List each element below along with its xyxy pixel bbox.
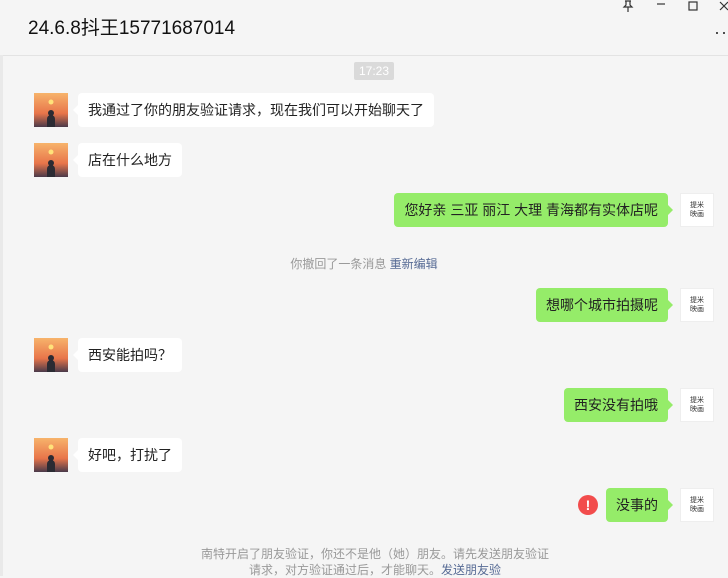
re-edit-link[interactable]: 重新编辑 — [390, 257, 438, 271]
left-edge — [0, 55, 3, 576]
message-bubble-incoming[interactable]: 好吧，打扰了 — [73, 438, 182, 472]
close-icon[interactable] — [712, 0, 728, 15]
send-friend-request-link[interactable]: 发送朋友验 — [441, 563, 501, 577]
message-bubble-outgoing[interactable]: 想哪个城市拍摄呢 — [536, 288, 673, 322]
friend-verification-notice: 南特开启了朋友验证，你还不是他（她）朋友。请先发送朋友验证请求，对方验证通过后，… — [200, 546, 550, 578]
minimize-icon[interactable] — [649, 0, 673, 13]
self-avatar-logo: 提米 映画 — [690, 397, 704, 413]
contact-avatar[interactable] — [34, 438, 68, 472]
self-avatar-logo: 提米 映画 — [690, 297, 704, 313]
message-bubble-incoming[interactable]: 西安能拍吗？ — [73, 338, 182, 372]
message-bubble-incoming[interactable]: 店在什么地方 — [73, 143, 182, 177]
self-avatar-logo: 提米 映画 — [690, 497, 704, 513]
self-avatar[interactable]: 提米 映画 — [680, 288, 714, 322]
message-bubble-outgoing[interactable]: 您好亲 三亚 丽江 大理 青海都有实体店呢 — [394, 193, 673, 227]
contact-avatar[interactable] — [34, 338, 68, 372]
contact-avatar[interactable] — [34, 143, 68, 177]
maximize-icon[interactable] — [681, 0, 705, 15]
message-bubble-outgoing[interactable]: 没事的 — [606, 488, 673, 522]
message-timestamp: 17:23 — [354, 62, 394, 80]
message-bubble-incoming[interactable]: 我通过了你的朋友验证请求，现在我们可以开始聊天了 — [73, 93, 434, 127]
self-avatar[interactable]: 提米 映画 — [680, 388, 714, 422]
pin-icon[interactable] — [616, 0, 640, 15]
self-avatar[interactable]: 提米 映画 — [680, 488, 714, 522]
send-failed-icon[interactable]: ! — [578, 495, 598, 515]
recall-notice-text: 你撤回了一条消息 — [290, 257, 387, 271]
self-avatar-logo: 提米 映画 — [690, 202, 704, 218]
more-icon[interactable]: ·· — [714, 22, 728, 43]
self-avatar[interactable]: 提米 映画 — [680, 193, 714, 227]
chat-header: 24.6.8抖王15771687014 ·· — [0, 0, 728, 56]
contact-avatar[interactable] — [34, 93, 68, 127]
message-bubble-outgoing[interactable]: 西安没有拍哦 — [564, 388, 673, 422]
recall-notice: 你撤回了一条消息 重新编辑 — [0, 255, 728, 272]
chat-title: 24.6.8抖王15771687014 — [28, 18, 236, 39]
